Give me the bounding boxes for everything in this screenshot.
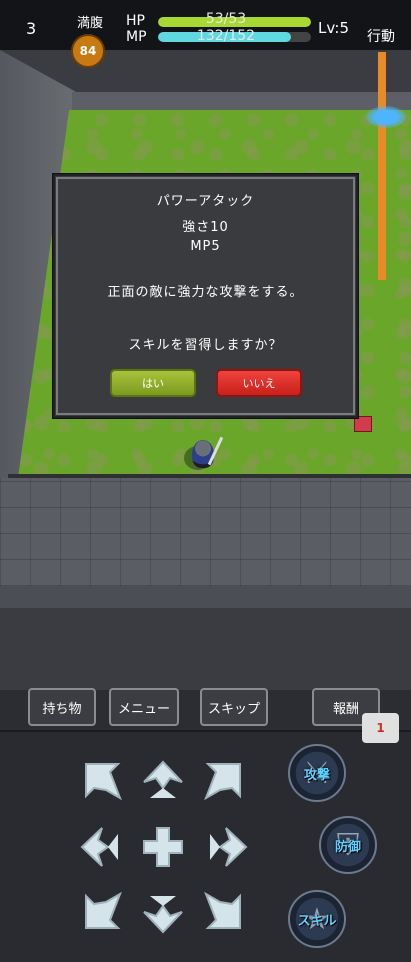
arrow-down-left-icon[interactable] [80, 888, 126, 934]
menu-button[interactable]: メニュー [109, 688, 179, 726]
skill-learn-dialog: パワーアタック 強さ10 MP5 正面の敵に強力な攻撃をする。 スキルを習得しま… [53, 174, 358, 418]
level-indicator: Lv:5 [318, 19, 350, 37]
action-button[interactable]: 行動 [367, 26, 395, 46]
skill-name: パワーアタック [156, 194, 255, 209]
attack-label: 攻撃 [303, 767, 330, 783]
skip-button[interactable]: スキップ [200, 688, 268, 726]
plus-icon[interactable] [140, 824, 186, 870]
hunger-label: 満腹 [77, 16, 104, 31]
dungeon-wall-top [72, 92, 411, 112]
hunger-badge: 84 [71, 34, 105, 68]
dungeon-wall-front [0, 586, 411, 608]
player-character [184, 434, 224, 474]
skill-label: スキル [297, 913, 337, 929]
arrow-up-right-icon[interactable] [200, 758, 246, 804]
red-item [354, 416, 372, 432]
skill-description: 正面の敵に強力な攻撃をする。 [107, 285, 304, 300]
blue-portal [366, 106, 406, 128]
hp-value: 53/53 [205, 11, 247, 27]
orange-pole [378, 52, 386, 280]
hp-label: HP [126, 13, 145, 29]
arrow-up-left-icon[interactable] [80, 758, 126, 804]
attack-button[interactable]: ⚔ 攻撃 [288, 744, 346, 802]
learn-question: スキルを習得しますか？ [128, 338, 283, 353]
items-button[interactable]: 持ち物 [28, 688, 96, 726]
skill-power: 強さ10 [182, 220, 229, 235]
skill-button[interactable]: ★ スキル [288, 890, 346, 948]
yes-button[interactable]: はい [110, 369, 196, 397]
control-pad: ⚔ 攻撃 ⛨ 防御 ★ スキル [0, 730, 411, 962]
stone-corridor [0, 478, 411, 586]
no-button[interactable]: いいえ [216, 369, 302, 397]
defend-button[interactable]: ⛨ 防御 [319, 816, 377, 874]
arrow-right-icon[interactable] [204, 824, 250, 870]
arrow-down-icon[interactable] [140, 890, 186, 936]
arrow-left-icon[interactable] [78, 824, 124, 870]
arrow-down-right-icon[interactable] [200, 888, 246, 934]
skill-cost: MP5 [190, 239, 221, 254]
arrow-up-icon[interactable] [140, 758, 186, 804]
mp-label: MP [126, 29, 147, 45]
reward-notification-badge: 1 [362, 713, 399, 743]
mp-value: 132/152 [196, 28, 256, 44]
defend-label: 防御 [334, 839, 361, 855]
floor-number: 3 [26, 19, 37, 38]
status-bar: 3 満腹 HP 53/53 MP 132/152 Lv:5 行動 [0, 0, 411, 50]
